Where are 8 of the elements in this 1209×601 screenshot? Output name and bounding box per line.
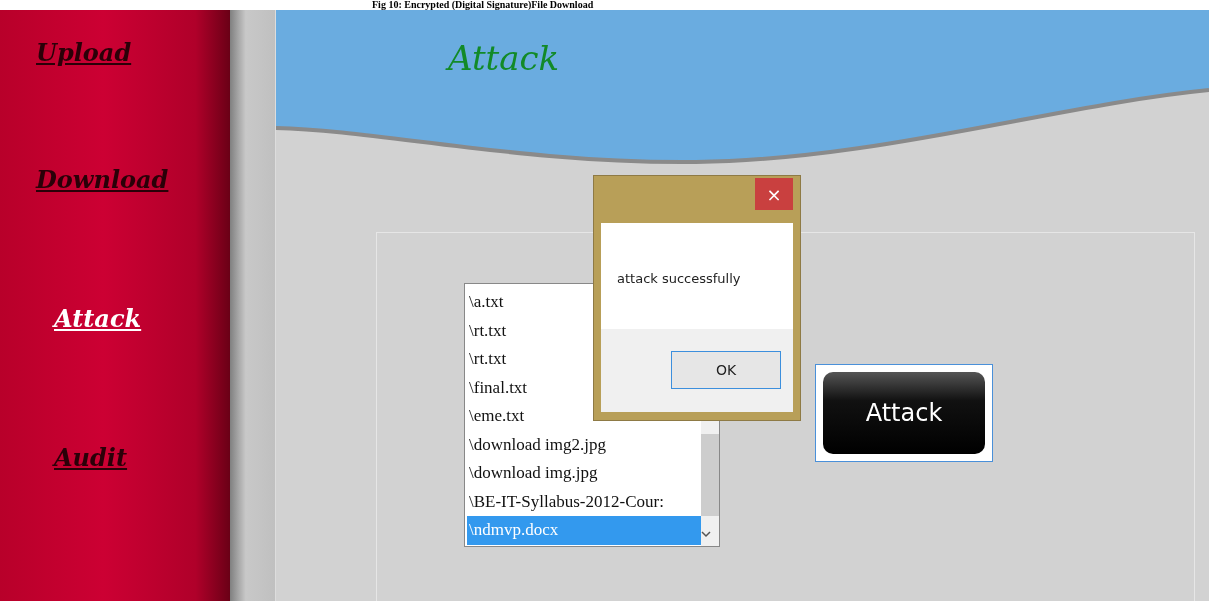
file-list-item[interactable]: \download img.jpg bbox=[467, 459, 701, 488]
file-list-item[interactable]: \download img2.jpg bbox=[467, 430, 701, 459]
close-button[interactable]: × bbox=[755, 178, 793, 210]
file-list-item[interactable]: \BE-IT-Syllabus-2012-Cour: bbox=[467, 487, 701, 516]
attack-button[interactable]: Attack bbox=[815, 364, 993, 462]
figure-caption: Fig 10: Encrypted (Digital Signature)File Download bbox=[372, 0, 594, 10]
ok-button[interactable]: OK bbox=[671, 351, 781, 389]
sidebar-link[interactable]: Attack bbox=[54, 304, 142, 333]
